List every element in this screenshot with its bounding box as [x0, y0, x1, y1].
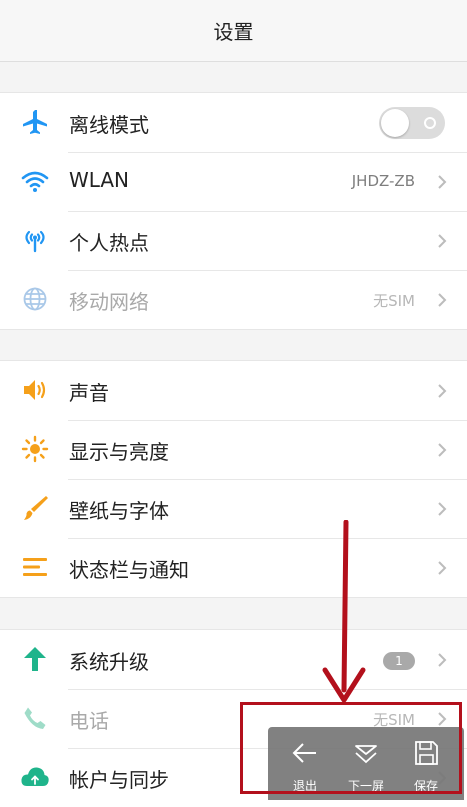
brush-icon — [20, 493, 50, 523]
settings-row-sound[interactable]: 声音 — [0, 361, 467, 420]
arrow-up-icon — [20, 644, 50, 674]
statusbar-icon — [20, 552, 50, 582]
chevron-right-icon — [437, 174, 447, 194]
toggle-knob — [381, 109, 409, 137]
sound-label: 声音 — [69, 381, 109, 405]
wlan-label: WLAN — [69, 168, 130, 192]
wifi-icon — [20, 166, 50, 196]
phone-icon — [20, 703, 50, 733]
phone-label: 电话 — [69, 709, 109, 733]
speaker-icon — [20, 375, 50, 405]
statusbar-notifications-label: 状态栏与通知 — [69, 558, 189, 582]
accounts-sync-label: 帐户与同步 — [69, 768, 169, 792]
settings-row-mobile-network[interactable]: 移动网络 无SIM — [0, 270, 467, 329]
settings-row-system-update[interactable]: 系统升级 1 — [0, 630, 467, 689]
display-brightness-label: 显示与亮度 — [69, 440, 169, 464]
settings-row-statusbar-notifications[interactable]: 状态栏与通知 — [0, 538, 467, 597]
chevron-right-icon — [437, 501, 447, 521]
system-update-label: 系统升级 — [69, 650, 149, 674]
chevron-right-icon — [437, 442, 447, 462]
highlight-box — [240, 702, 462, 794]
globe-icon — [20, 284, 50, 314]
chevron-right-icon — [437, 233, 447, 253]
chevron-right-icon — [437, 383, 447, 403]
settings-row-wallpaper-font[interactable]: 壁纸与字体 — [0, 479, 467, 538]
chevron-right-icon — [437, 560, 447, 580]
wlan-network-name: JHDZ-ZB — [351, 172, 415, 190]
red-arrow-icon — [322, 520, 366, 703]
airplane-icon — [20, 107, 50, 137]
hotspot-icon — [20, 225, 50, 255]
cloud-sync-icon — [20, 762, 50, 792]
settings-row-hotspot[interactable]: 个人热点 — [0, 211, 467, 270]
settings-row-airplane-mode[interactable]: 离线模式 — [0, 93, 467, 152]
mobile-network-label: 移动网络 — [69, 290, 149, 314]
mobile-network-status: 无SIM — [373, 292, 415, 310]
page-title: 设置 — [0, 0, 467, 62]
chevron-right-icon — [437, 652, 447, 672]
sun-icon — [20, 434, 50, 464]
settings-row-display-brightness[interactable]: 显示与亮度 — [0, 420, 467, 479]
airplane-mode-label: 离线模式 — [69, 113, 149, 137]
airplane-mode-toggle[interactable] — [379, 107, 445, 139]
display-group: 声音 显示与亮度 壁纸与字体 状态栏与通知 — [0, 360, 467, 598]
wallpaper-font-label: 壁纸与字体 — [69, 499, 169, 523]
chevron-right-icon — [437, 292, 447, 312]
settings-row-wlan[interactable]: WLAN JHDZ-ZB — [0, 152, 467, 211]
network-group: 离线模式 WLAN JHDZ-ZB 个人热点 移动网络 无SIM — [0, 92, 467, 330]
hotspot-label: 个人热点 — [69, 231, 149, 255]
update-count-badge: 1 — [383, 652, 415, 670]
toggle-off-indicator — [424, 117, 436, 129]
